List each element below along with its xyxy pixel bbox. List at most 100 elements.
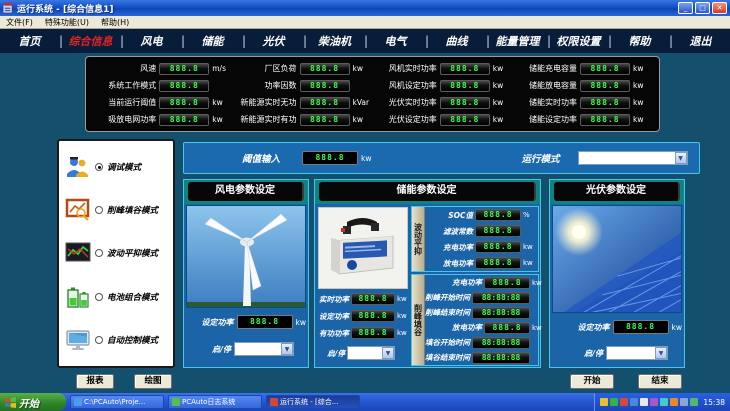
tab-diesel[interactable]: 柴油机 [305, 33, 364, 49]
led-display: 888.8 [475, 257, 521, 269]
radio-peak-shaving-mode[interactable] [95, 206, 103, 214]
maximize-button[interactable]: □ [695, 2, 710, 14]
tab-permissions[interactable]: 权限设置 [549, 33, 608, 49]
report-button[interactable]: 报表 [76, 374, 114, 389]
valley-end-time-row: 填谷结束时间88:88:88 [425, 352, 547, 364]
readout-turbine-realtime: 风机实时功率888.8kw [373, 60, 513, 77]
start-menu-button[interactable]: 开始 [0, 393, 66, 411]
app-window: 运行系统 - [综合信息1] _ □ ✕ 文件(F) 特殊功能(U) 帮助(H)… [0, 0, 730, 411]
wind-start-stop-select[interactable]: ▼ [234, 342, 294, 356]
tray-icon[interactable] [610, 398, 618, 406]
tray-icon[interactable] [690, 398, 698, 406]
tray-icon[interactable] [600, 398, 608, 406]
taskbar-item-explorer[interactable]: C:\PCAuto\Proje... [70, 395, 164, 409]
tab-pv[interactable]: 光伏 [244, 33, 303, 49]
wind-panel-header: 风电参数设定 [184, 180, 308, 204]
wind-panel: 风电参数设定 设定功率 888.8 kw [183, 179, 309, 368]
led-time-display: 88:88:88 [472, 307, 530, 319]
tab-exit[interactable]: 退出 [671, 33, 730, 49]
menu-bar: 文件(F) 特殊功能(U) 帮助(H) [0, 16, 730, 29]
pv-panel: 光伏参数设定 [549, 179, 685, 368]
peak-end-time-row: 削峰结束时间88:88:88 [425, 307, 547, 319]
tab-electric[interactable]: 电气 [366, 33, 425, 49]
readout-renewable-reactive: 新能源实时无功888.8kVar [232, 94, 372, 111]
ps-discharge-power-row: 放电功率888.8kw [425, 322, 547, 334]
storage-start-stop-select[interactable]: ▼ [347, 346, 395, 360]
readout-pv-realtime: 光伏实时功率888.8kw [373, 94, 513, 111]
storage-setpoint-row: 设定功率 888.8 kw [315, 310, 411, 322]
run-mode-select[interactable]: ▼ [578, 151, 688, 165]
led-display: 888.8 [300, 80, 350, 92]
tab-home[interactable]: 首页 [0, 33, 59, 49]
readout-system-mode: 系统工作模式888.8 [92, 77, 232, 94]
mode-item-auto-control[interactable]: 自动控制模式 [61, 327, 171, 353]
menu-special[interactable]: 特殊功能(U) [45, 17, 89, 28]
tab-storage[interactable]: 储能 [183, 33, 242, 49]
storage-panel-header: 储能参数设定 [315, 180, 540, 204]
overview-readout-panel: 风速888.8m/s 系统工作模式888.8 当前运行阈值888.8kw 吸放电… [85, 56, 660, 132]
pv-set-power-input[interactable]: 888.8 [613, 320, 669, 334]
mode-item-peak-shaving[interactable]: 削峰填谷模式 [61, 197, 171, 223]
led-display: 888.8 [484, 322, 530, 334]
led-display: 888.8 [580, 80, 630, 92]
mode-item-battery-combo[interactable]: 电池组合模式 [61, 284, 171, 310]
tray-icon[interactable] [620, 398, 628, 406]
readout-turbine-setpoint: 风机设定功率888.8kw [373, 77, 513, 94]
wind-set-power-input[interactable]: 888.8 [237, 315, 293, 329]
wind-start-stop-row: 启/停 ▼ [184, 342, 310, 356]
led-display: 888.8 [484, 277, 530, 289]
taskbar-item-run-system[interactable]: 运行系统 - [综合... [266, 395, 360, 409]
taskbar-item-log-system[interactable]: PCAuto日志系统 [168, 395, 262, 409]
taskbar-clock: 15:38 [703, 398, 725, 407]
tray-icon[interactable] [640, 398, 648, 406]
tray-icon[interactable] [680, 398, 688, 406]
peak-shaving-group: 削峰填谷 充电功率888.8kw 削峰开始时间88:88:88 削峰结束时间88… [411, 274, 539, 366]
windows-logo-icon [5, 397, 16, 408]
end-button[interactable]: 结束 [638, 374, 682, 389]
tab-wind[interactable]: 风电 [122, 33, 181, 49]
radio-battery-combo-mode[interactable] [95, 293, 103, 301]
tab-curve[interactable]: 曲线 [427, 33, 486, 49]
tray-icon[interactable] [630, 398, 638, 406]
threshold-input[interactable]: 888.8 [302, 151, 358, 165]
menu-help[interactable]: 帮助(H) [101, 17, 129, 28]
led-time-display: 88:88:88 [472, 337, 530, 349]
tray-icon[interactable] [660, 398, 668, 406]
led-time-display: 88:88:88 [472, 292, 530, 304]
window-title: 运行系统 - [综合信息1] [17, 2, 678, 15]
pv-panel-title: 光伏参数设定 [554, 182, 680, 201]
minimize-button[interactable]: _ [678, 2, 693, 14]
monitor-icon [65, 327, 91, 353]
radio-debug-mode[interactable] [95, 163, 103, 171]
draw-button[interactable]: 绘图 [134, 374, 172, 389]
storage-realtime-row: 实时功率 888.8 kw [315, 293, 411, 305]
battery-image [318, 207, 408, 289]
storage-panel-title: 储能参数设定 [319, 182, 536, 201]
led-display: 888.8 [580, 114, 630, 126]
nav-bar: 首页| 综合信息| 风电| 储能| 光伏| 柴油机| 电气| 曲线| 能量管理|… [0, 29, 730, 53]
readout-grid-power: 吸放电网功率888.8kw [92, 111, 232, 128]
radio-auto-control-mode[interactable] [95, 336, 103, 344]
tab-energy-mgmt[interactable]: 能量管理 [488, 33, 547, 49]
led-display: 888.8 [440, 63, 490, 75]
tab-help[interactable]: 帮助 [610, 33, 669, 49]
pv-start-stop-select[interactable]: ▼ [606, 346, 668, 360]
readout-storage-realtime: 储能实时功率888.8kw [513, 94, 653, 111]
chevron-down-icon: ▼ [382, 347, 394, 359]
led-display: 888.8 [440, 114, 490, 126]
tray-icon[interactable] [650, 398, 658, 406]
mode-item-smoothing[interactable]: 波动平抑模式 [61, 240, 171, 266]
readout-power-factor: 功率因数888.8 [232, 77, 372, 94]
mode-item-debug[interactable]: 调试模式 [61, 154, 171, 180]
tray-icon[interactable] [670, 398, 678, 406]
start-button[interactable]: 开始 [570, 374, 614, 389]
chevron-down-icon: ▼ [655, 347, 667, 359]
radio-smoothing-mode[interactable] [95, 249, 103, 257]
chart-search-icon [65, 197, 91, 223]
threshold-bar: 阈值输入 888.8 kw 运行模式 ▼ [183, 142, 700, 174]
led-display: 888.8 [351, 327, 395, 339]
close-button[interactable]: ✕ [712, 2, 727, 14]
menu-file[interactable]: 文件(F) [6, 17, 33, 28]
led-display: 888.8 [159, 63, 209, 75]
tab-overview[interactable]: 综合信息 [61, 33, 120, 49]
